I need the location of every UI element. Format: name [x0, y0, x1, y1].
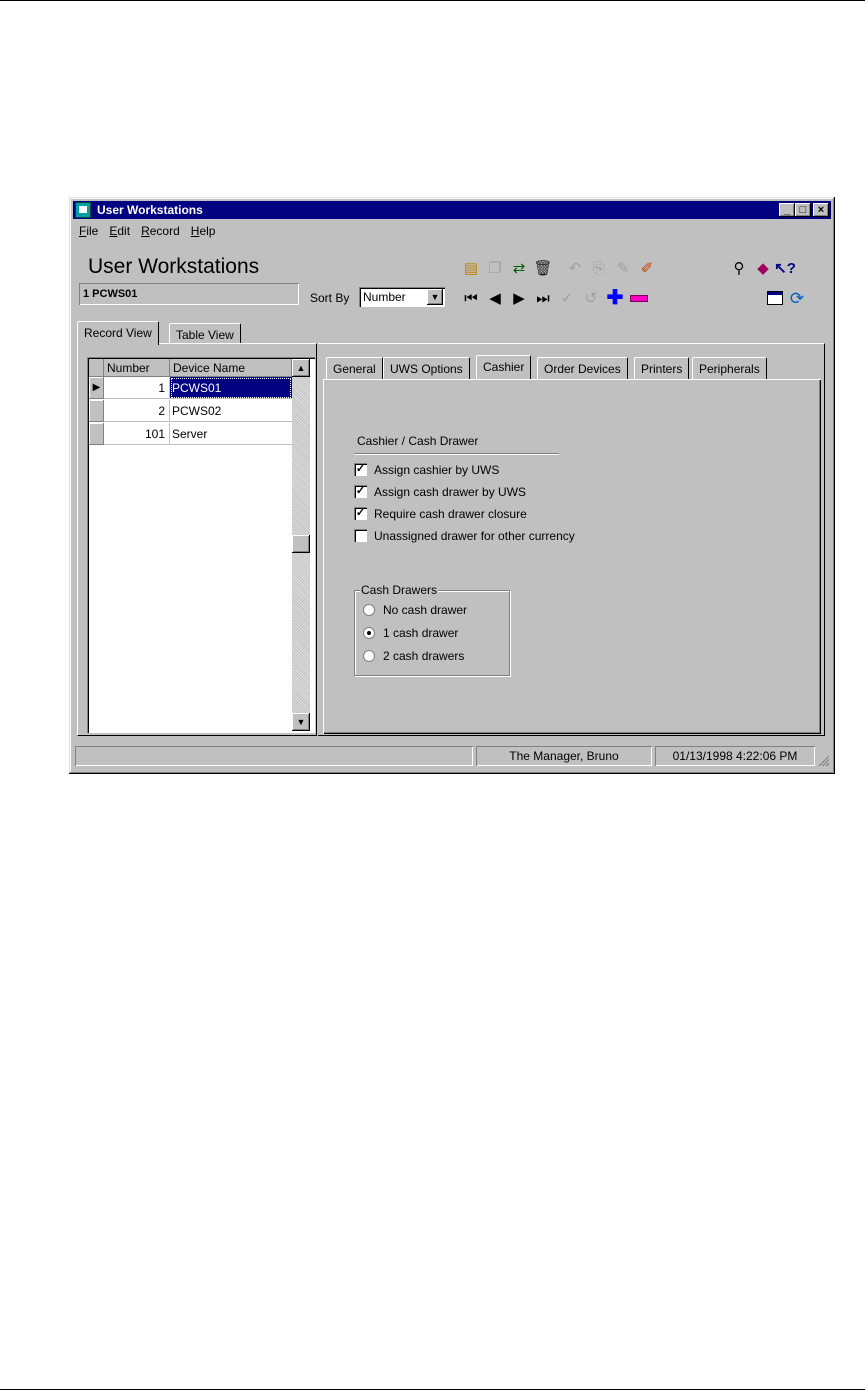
- copy-icon[interactable]: ❐: [486, 259, 504, 277]
- row-device-name[interactable]: Server: [170, 423, 292, 445]
- menu-file[interactable]: File: [73, 221, 103, 238]
- current-record-field: 1 PCWS01: [79, 283, 299, 305]
- checkbox-checked-icon[interactable]: ✓: [354, 463, 367, 476]
- chevron-down-icon[interactable]: ▼: [427, 289, 443, 305]
- tab-cashier[interactable]: Cashier: [476, 355, 532, 379]
- next-record-icon[interactable]: ▶: [510, 289, 528, 307]
- status-bar: The Manager, Bruno 01/13/1998 4:22:06 PM: [73, 746, 831, 768]
- add-icon[interactable]: ✚: [606, 288, 624, 308]
- title-bar[interactable]: User Workstations _ □ ×: [73, 201, 831, 219]
- app-icon[interactable]: [75, 202, 91, 218]
- radio-button[interactable]: [363, 650, 375, 662]
- checkbox-unchecked[interactable]: [354, 529, 367, 542]
- replace-icon[interactable]: ⇄: [510, 259, 528, 277]
- resize-grip-icon[interactable]: [817, 754, 829, 766]
- row-number: 101: [104, 423, 170, 445]
- checkbox-checked-icon[interactable]: ✓: [354, 507, 367, 520]
- tab-uws-options[interactable]: UWS Options: [383, 357, 470, 379]
- checkbox-label: Require cash drawer closure: [374, 507, 527, 521]
- clear-icon[interactable]: ✎: [614, 259, 632, 277]
- row-device-name[interactable]: PCWS02: [170, 400, 292, 422]
- record-list-panel: Number Device Name ▶ 1 PCWS01 2 PCWS02 1…: [77, 343, 317, 736]
- checkbox-checked-icon[interactable]: ✓: [354, 485, 367, 498]
- help-book-icon[interactable]: ◆: [754, 259, 772, 277]
- menu-bar: File Edit Record Help: [73, 221, 831, 241]
- new-record-icon[interactable]: ▤: [462, 259, 480, 277]
- refresh-icon[interactable]: ⟳: [788, 289, 806, 307]
- delete-icon[interactable]: 🗑: [533, 259, 552, 277]
- checkbox-label: Unassigned drawer for other currency: [374, 529, 575, 543]
- status-message: [75, 746, 473, 766]
- scroll-up-icon[interactable]: ▲: [292, 359, 310, 377]
- grid-corner: [89, 359, 104, 377]
- scroll-down-icon[interactable]: ▼: [292, 713, 310, 731]
- undo-icon[interactable]: ↶: [566, 259, 584, 277]
- radio-label: No cash drawer: [383, 603, 468, 617]
- last-record-icon[interactable]: ⏭: [534, 289, 552, 307]
- row-device-name[interactable]: PCWS01: [170, 377, 292, 399]
- minimize-button[interactable]: _: [779, 203, 795, 217]
- page-top-rule: [0, 0, 865, 1]
- table-row[interactable]: 101 Server: [89, 423, 292, 446]
- checkbox-label: Assign cashier by UWS: [374, 463, 500, 477]
- menu-edit[interactable]: Edit: [103, 221, 135, 238]
- tab-general[interactable]: General: [326, 357, 383, 379]
- window-title: User Workstations: [97, 203, 203, 217]
- radio-label: 2 cash drawers: [383, 649, 465, 663]
- scroll-thumb[interactable]: [292, 535, 310, 553]
- context-help-icon[interactable]: ↖?: [774, 259, 796, 277]
- tab-table-view[interactable]: Table View: [169, 323, 241, 345]
- user-workstations-window: User Workstations _ □ × File Edit Record He…: [69, 197, 835, 774]
- view-icon[interactable]: [766, 289, 784, 307]
- row-selector[interactable]: [89, 400, 104, 422]
- column-header-number[interactable]: Number: [104, 359, 170, 377]
- page-bottom-rule: [0, 1389, 865, 1390]
- menu-record[interactable]: Record: [135, 221, 185, 238]
- remove-icon[interactable]: [630, 289, 648, 307]
- row-number: 1: [104, 377, 170, 399]
- section-label-cashier: Cashier / Cash Drawer: [357, 434, 479, 448]
- menu-help[interactable]: Help: [185, 221, 221, 238]
- close-button[interactable]: ×: [813, 203, 829, 217]
- table-row[interactable]: ▶ 1 PCWS01: [89, 377, 292, 400]
- sort-by-select[interactable]: Number ▼: [359, 287, 445, 307]
- record-grid[interactable]: Number Device Name ▶ 1 PCWS01 2 PCWS02 1…: [87, 357, 315, 733]
- tab-printers[interactable]: Printers: [634, 357, 690, 379]
- first-record-icon[interactable]: ⏮: [462, 289, 480, 307]
- tab-peripherals[interactable]: Peripherals: [692, 357, 767, 379]
- cancel-icon[interactable]: ↺: [582, 289, 600, 307]
- row-number: 2: [104, 400, 170, 422]
- row-selector[interactable]: [89, 423, 104, 445]
- sort-by-label: Sort By: [310, 291, 350, 305]
- checkbox-label: Assign cash drawer by UWS: [374, 485, 527, 499]
- tab-order-devices[interactable]: Order Devices: [537, 357, 628, 379]
- radio-button-selected[interactable]: [363, 627, 375, 639]
- section-divider: [354, 453, 559, 455]
- find-icon[interactable]: ⚲: [730, 259, 748, 277]
- maximize-button[interactable]: □: [795, 203, 811, 217]
- status-user: The Manager, Bruno: [476, 746, 652, 766]
- paste-icon[interactable]: ⎘: [590, 259, 608, 277]
- sort-by-value: Number: [363, 290, 406, 304]
- table-row[interactable]: 2 PCWS02: [89, 400, 292, 423]
- group-label-cash-drawers: Cash Drawers: [360, 583, 439, 597]
- page-title: User Workstations: [88, 255, 260, 278]
- radio-label: 1 cash drawer: [383, 626, 459, 640]
- cashier-tab-panel: [323, 379, 821, 734]
- status-datetime: 01/13/1998 4:22:06 PM: [655, 746, 815, 766]
- accept-icon[interactable]: ✓: [558, 289, 576, 307]
- column-header-device-name[interactable]: Device Name: [170, 359, 292, 377]
- radio-button[interactable]: [363, 604, 375, 616]
- previous-record-icon[interactable]: ◀: [486, 289, 504, 307]
- row-selector-arrow-icon[interactable]: ▶: [89, 377, 104, 399]
- tab-record-view[interactable]: Record View: [77, 321, 159, 345]
- vertical-scrollbar[interactable]: ▲ ▼: [292, 359, 310, 731]
- edit-icon[interactable]: ✐: [638, 259, 656, 277]
